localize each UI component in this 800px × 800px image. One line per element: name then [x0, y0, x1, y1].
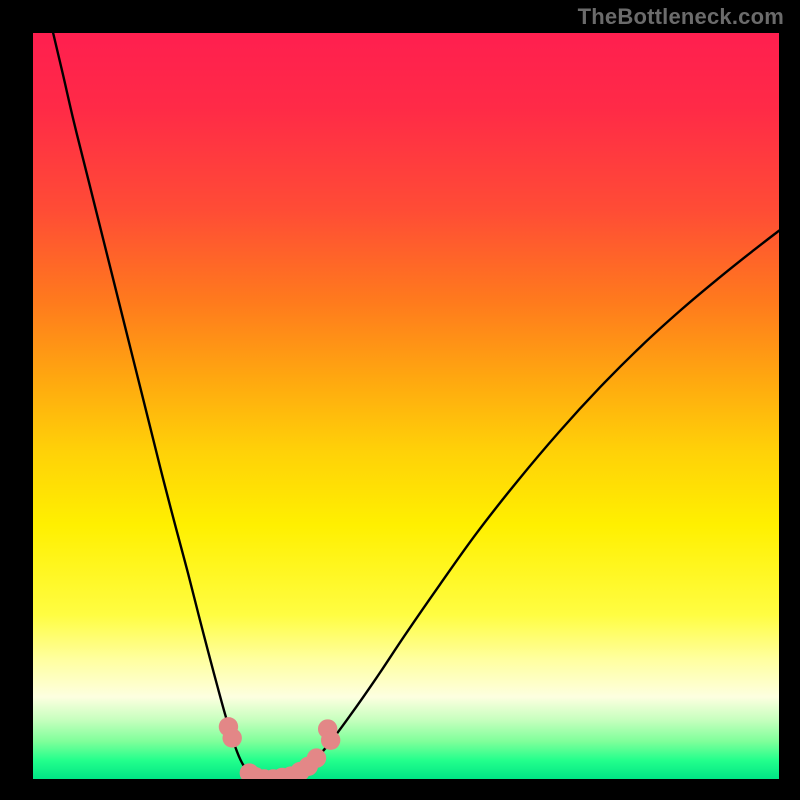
outer-frame: TheBottleneck.com: [0, 0, 800, 800]
chart-overlay: [33, 33, 779, 779]
highlight-marker: [307, 748, 326, 767]
highlight-marker: [222, 728, 241, 747]
highlight-marker: [321, 731, 340, 750]
watermark-label: TheBottleneck.com: [578, 4, 784, 30]
highlight-markers: [219, 717, 341, 779]
curve-right-branch: [266, 231, 779, 779]
plot-area: [33, 33, 779, 779]
curve-left-branch: [53, 33, 266, 779]
